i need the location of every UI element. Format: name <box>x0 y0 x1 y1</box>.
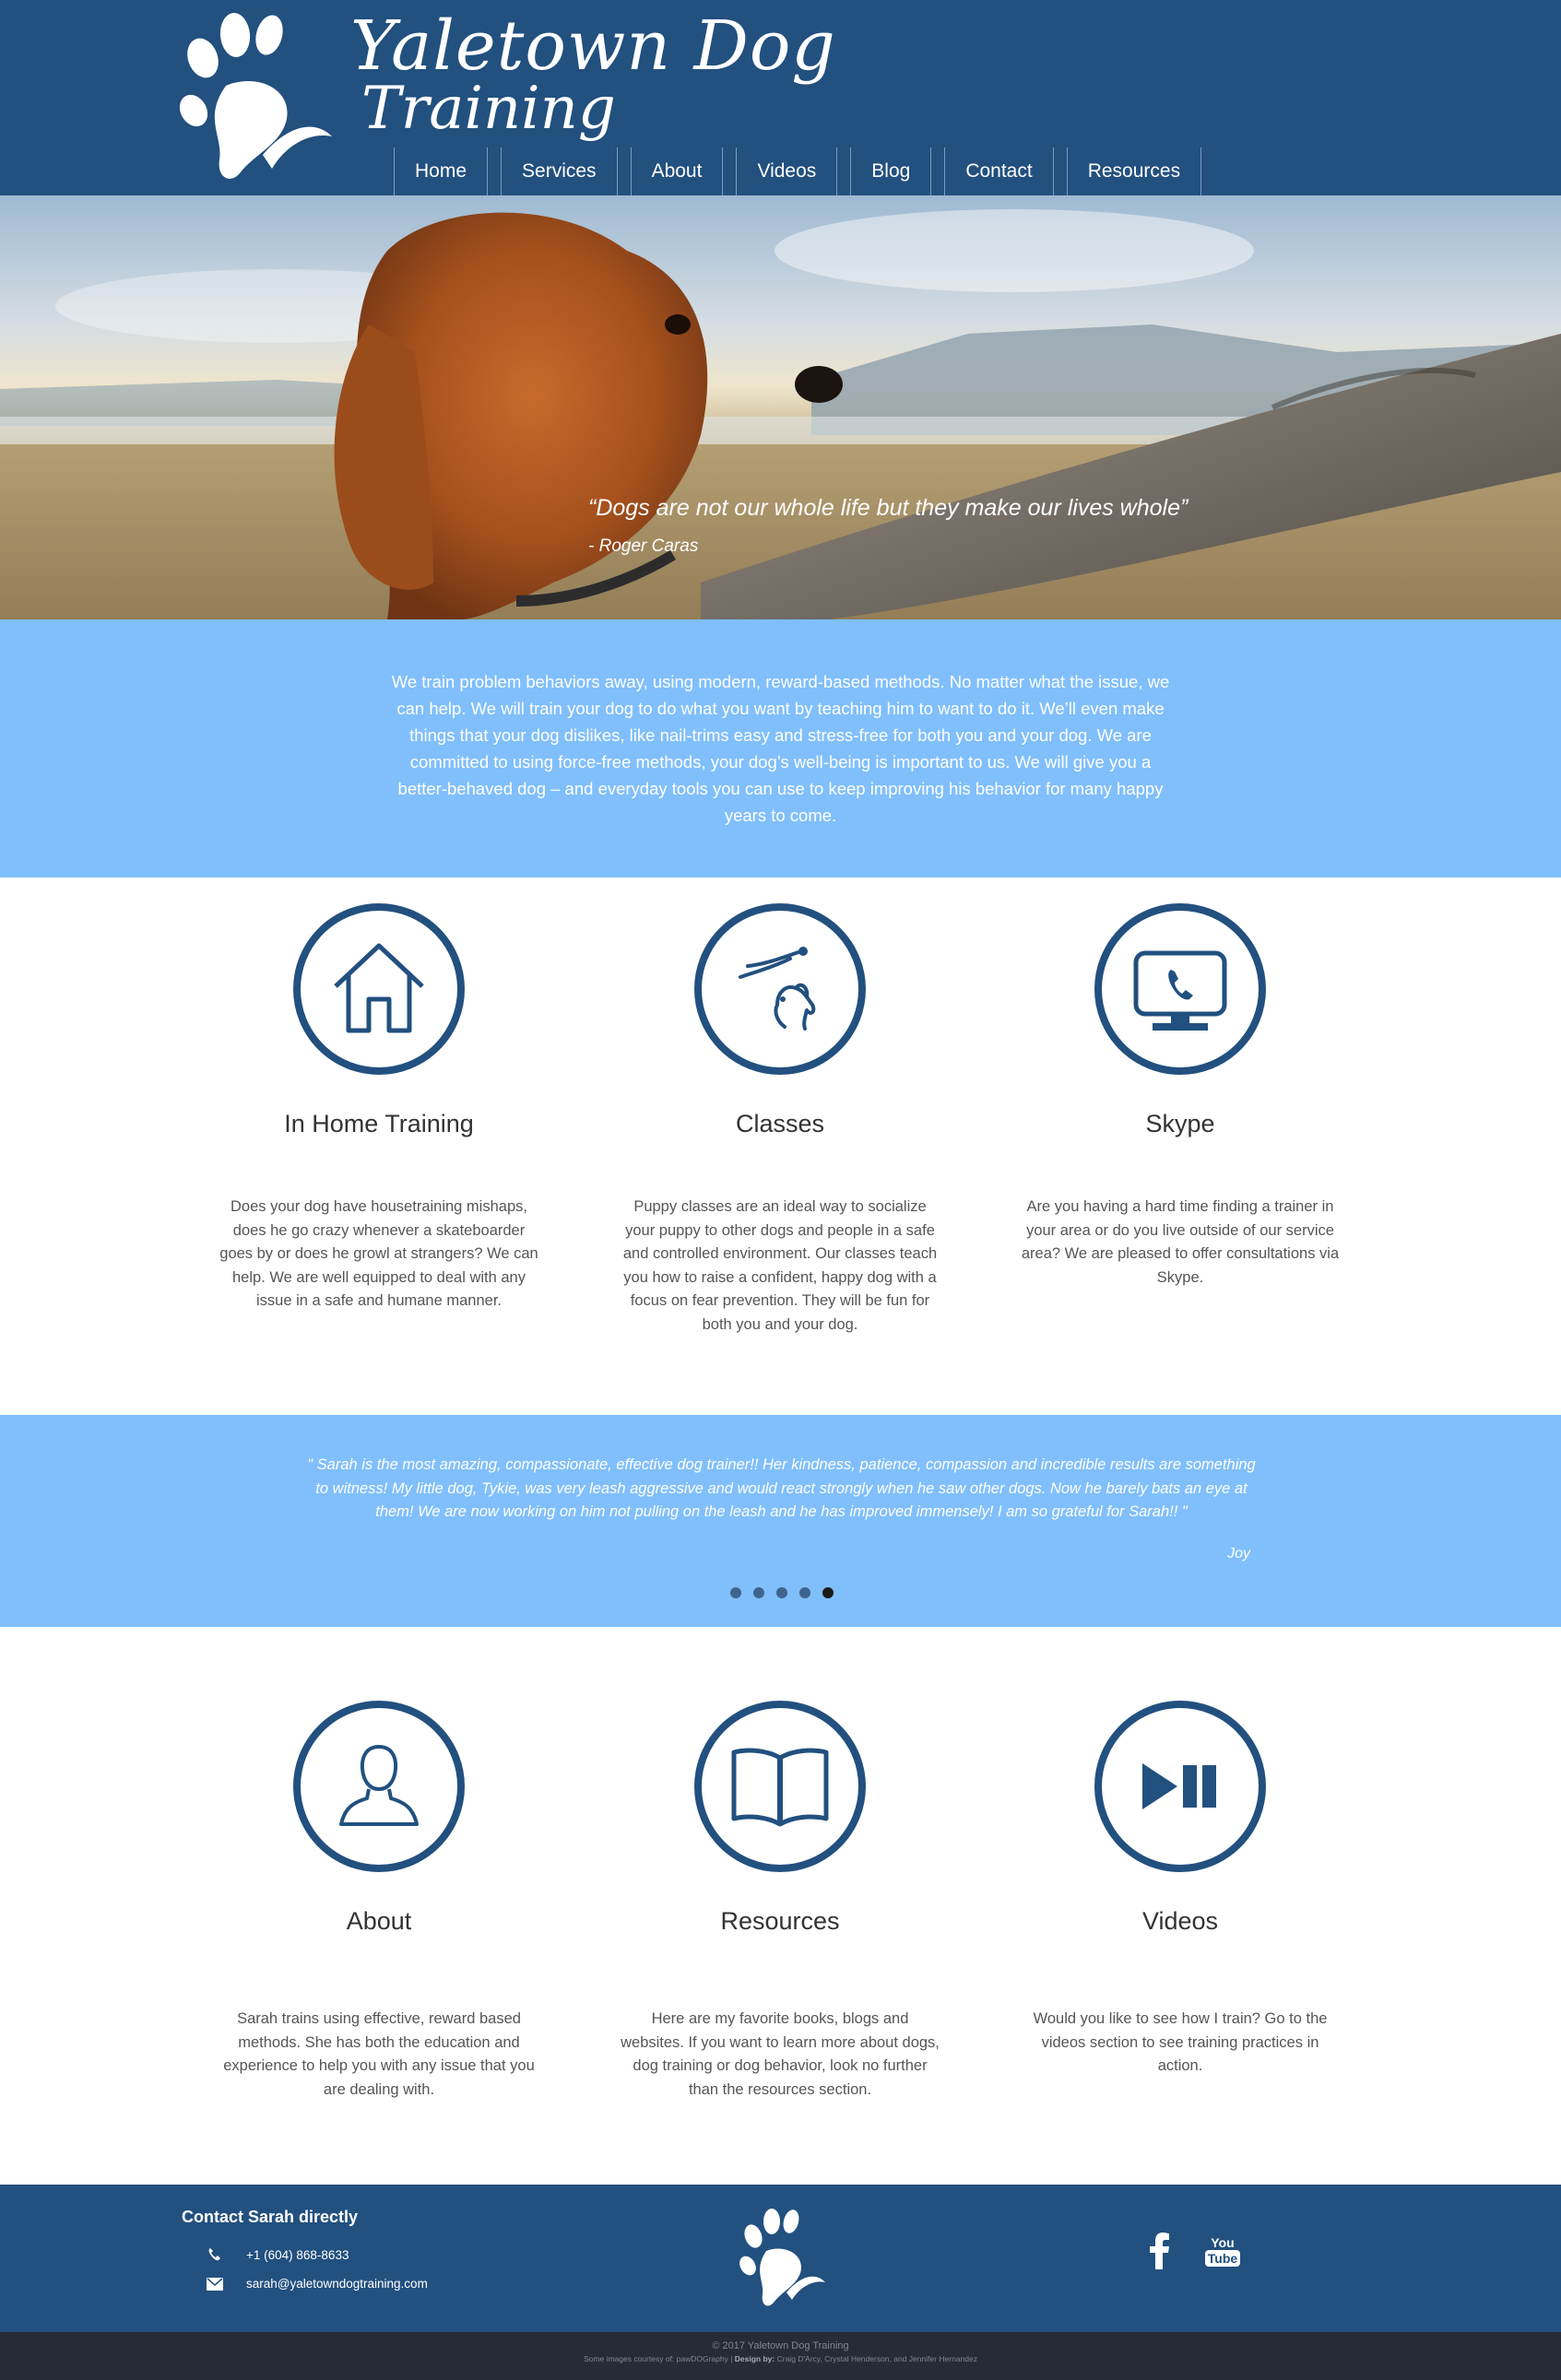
site-footer: Contact Sarah directly +1 (604) 868-8633… <box>0 2185 1561 2332</box>
feature-title: Videos <box>1141 1907 1219 1935</box>
envelope-icon <box>205 2277 225 2291</box>
youtube-icon-label-1: You <box>1211 2235 1235 2250</box>
nav-services[interactable]: Services <box>501 147 618 195</box>
feature-icon-circle[interactable] <box>293 1701 465 1872</box>
slider-dot-active[interactable] <box>822 1587 834 1598</box>
slider-dot[interactable] <box>799 1587 810 1598</box>
credits-design-label: Design by: <box>734 2354 775 2363</box>
credits-designers: Craig D'Arcy, Crystal Henderson, and Jen… <box>776 2354 977 2363</box>
service-text: Puppy classes are an ideal way to social… <box>622 1198 938 1333</box>
nav-resources[interactable]: Resources <box>1066 147 1202 195</box>
feature-text: Sarah trains using effective, reward bas… <box>223 2010 535 2098</box>
video-phone-icon <box>1133 950 1227 1031</box>
features-section: About Sarah trains using effective, rewa… <box>0 1627 1561 2185</box>
slider-dot[interactable] <box>753 1587 764 1598</box>
service-in-home-training[interactable]: In Home Training Does your dog have hous… <box>208 903 550 1314</box>
credits-text: Some images courtesy of: pawDOGraphy | D… <box>584 2354 977 2363</box>
hero-dog-photo <box>0 195 1561 619</box>
feature-text: Here are my favorite books, blogs and we… <box>621 2010 940 2098</box>
intro-text: We train problem behaviors away, using m… <box>391 672 1170 825</box>
nav-videos[interactable]: Videos <box>736 147 838 195</box>
nav-about[interactable]: About <box>630 147 724 195</box>
feature-title: About <box>346 1907 412 1935</box>
play-pause-icon <box>1142 1763 1216 1809</box>
site-header: Yaletown Dog Training Home Services Abou… <box>0 0 1561 195</box>
service-icon-circle[interactable] <box>1094 903 1266 1075</box>
hero-quote: “Dogs are not our whole life but they ma… <box>588 495 1188 521</box>
feature-icon-circle[interactable] <box>1094 1701 1266 1872</box>
feature-title: Resources <box>720 1907 840 1935</box>
service-title: Skype <box>1145 1110 1215 1137</box>
footer-paw-logo-icon[interactable] <box>737 2205 825 2308</box>
slider-dot[interactable] <box>730 1587 741 1598</box>
nav-contact[interactable]: Contact <box>944 147 1054 195</box>
contact-phone-row[interactable]: +1 (604) 868-8633 <box>205 2247 349 2262</box>
service-skype[interactable]: Skype Are you having a hard time finding… <box>1010 903 1351 1290</box>
feature-text: Would you like to see how I train? Go to… <box>1033 2010 1328 2074</box>
nav-blog[interactable]: Blog <box>850 147 932 195</box>
services-section: In Home Training Does your dog have hous… <box>0 878 1561 1415</box>
book-icon <box>731 1748 829 1827</box>
contact-phone[interactable]: +1 (604) 868-8633 <box>246 2248 349 2262</box>
phone-icon <box>205 2247 225 2262</box>
copyright-bar: © 2017 Yaletown Dog Training Some images… <box>0 2332 1561 2380</box>
service-title: In Home Training <box>284 1110 474 1137</box>
site-logo-text[interactable]: Yaletown Dog Training <box>350 6 836 143</box>
service-text: Are you having a hard time finding a tra… <box>1021 1198 1340 1286</box>
main-nav: Home Services About Videos Blog Contact … <box>394 147 1202 195</box>
logo-name-line2: Training <box>361 75 616 143</box>
feature-videos[interactable]: Videos Would you like to see how I train… <box>1010 1701 1351 2079</box>
person-icon <box>339 1744 419 1826</box>
contact-email-row[interactable]: sarah@yaletowndogtraining.com <box>205 2277 428 2291</box>
slider-dots <box>730 1587 834 1598</box>
service-title: Classes <box>735 1110 825 1137</box>
testimonial-text: " Sarah is the most amazing, compassiona… <box>307 1456 1256 1520</box>
slider-dot[interactable] <box>776 1587 787 1598</box>
copyright-text: © 2017 Yaletown Dog Training <box>712 2340 849 2351</box>
logo-name-line1: Yaletown Dog <box>350 6 836 86</box>
intro-section: We train problem behaviors away, using m… <box>0 619 1561 878</box>
contact-title: Contact Sarah directly <box>182 2208 359 2226</box>
feature-icon-circle[interactable] <box>694 1701 866 1872</box>
facebook-icon[interactable] <box>1143 2231 1177 2271</box>
hero-banner: “Dogs are not our whole life but they ma… <box>0 195 1561 619</box>
paw-logo-icon[interactable] <box>175 7 332 183</box>
service-text: Does your dog have housetraining mishaps… <box>219 1198 538 1309</box>
service-icon-circle[interactable] <box>694 903 866 1075</box>
hero-quote-author: - Roger Caras <box>588 536 699 556</box>
feature-about[interactable]: About Sarah trains using effective, rewa… <box>208 1701 550 2102</box>
youtube-icon[interactable]: You Tube <box>1204 2231 1241 2271</box>
youtube-icon-label-2: Tube <box>1204 2250 1241 2267</box>
nav-home[interactable]: Home <box>394 147 489 195</box>
testimonial-author: Joy <box>1227 1546 1250 1561</box>
feature-resources[interactable]: Resources Here are my favorite books, bl… <box>609 1701 951 2102</box>
service-classes[interactable]: Classes Puppy classes are an ideal way t… <box>609 903 951 1337</box>
service-icon-circle[interactable] <box>293 903 465 1075</box>
testimonial-slider: " Sarah is the most amazing, compassiona… <box>0 1415 1561 1627</box>
house-icon <box>334 943 424 1033</box>
dog-training-icon <box>739 947 816 1031</box>
contact-email[interactable]: sarah@yaletowndogtraining.com <box>246 2277 428 2291</box>
credits-prefix: Some images courtesy of: pawDOGraphy <box>584 2354 728 2363</box>
